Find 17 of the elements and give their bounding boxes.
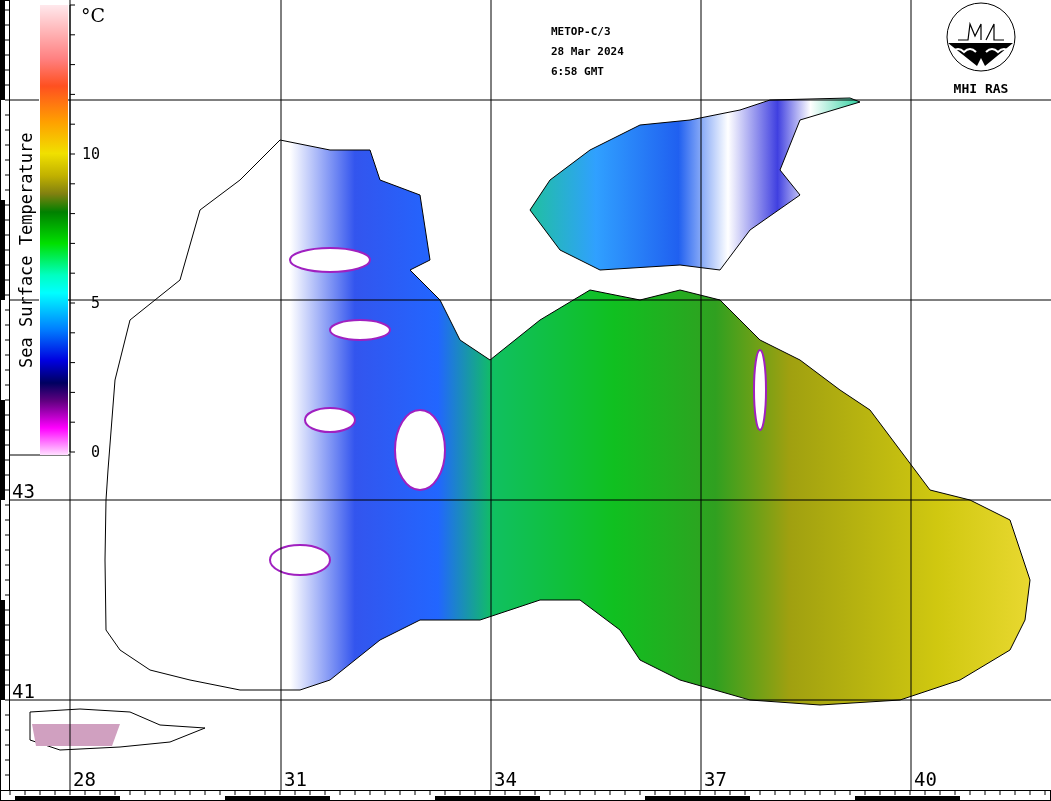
satellite-info-text: 6:58 GMT: [551, 65, 604, 78]
satellite-info-text: 28 Mar 2024: [551, 45, 624, 58]
scale-tick-label: 5: [90, 294, 100, 312]
longitude-label: 40: [914, 768, 937, 790]
longitude-label: 37: [704, 768, 727, 790]
institute-name: MHI RAS: [953, 81, 1009, 96]
satellite-info-text: METOP-C/3: [551, 25, 611, 38]
unit-label: °C: [81, 4, 106, 26]
scale-tick-label: 10: [81, 145, 100, 163]
institute-logo-icon: [946, 2, 1016, 72]
scale-tick-label: 0: [90, 443, 100, 461]
latitude-label: 43: [12, 480, 35, 502]
longitude-label: 34: [494, 768, 517, 790]
longitude-label: 28: [73, 768, 96, 790]
longitude-label: 31: [284, 768, 307, 790]
latitude-label: 41: [12, 680, 35, 702]
scale-title: Sea Surface Temperature: [16, 132, 36, 368]
